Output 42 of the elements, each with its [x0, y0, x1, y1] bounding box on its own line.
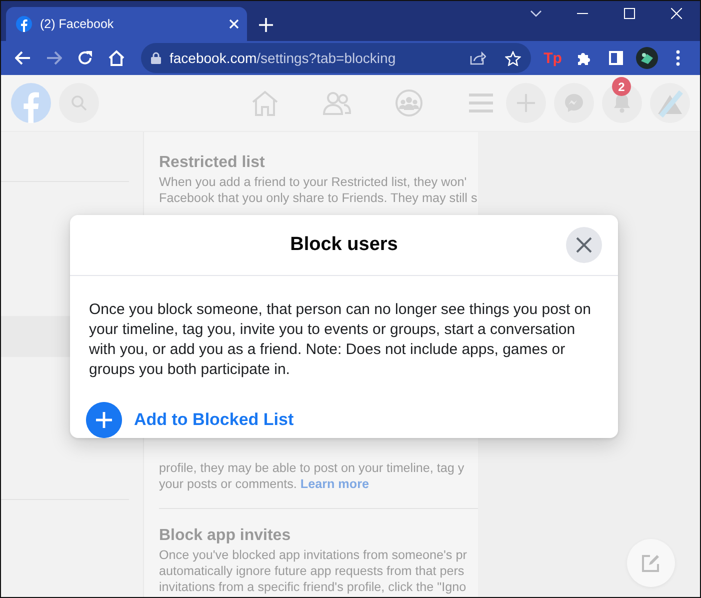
tab-title: (2) Facebook — [40, 17, 115, 31]
section-text: automatically ignore future app requests from that pers — [159, 563, 464, 579]
bookmark-star-icon[interactable] — [505, 50, 522, 66]
dialog-title: Block users — [290, 234, 398, 256]
messenger-icon — [564, 93, 584, 113]
side-panel-icon[interactable] — [608, 51, 623, 65]
lock-icon — [150, 52, 160, 64]
tab-search-icon[interactable] — [530, 10, 542, 16]
section-text: Facebook that you only share to Friends. They may still s — [159, 190, 478, 206]
search-icon — [71, 95, 87, 111]
add-to-blocked-list-button[interactable]: Add to Blocked List — [86, 402, 294, 438]
section-text: When you add a friend to your Restricted list, they won' — [159, 174, 467, 190]
notification-badge: 2 — [612, 77, 631, 96]
learn-more-link[interactable]: Learn more — [300, 477, 369, 491]
maximize-icon[interactable] — [624, 8, 635, 18]
reload-icon[interactable] — [77, 50, 94, 66]
forward-icon[interactable] — [46, 51, 62, 65]
close-icon — [576, 237, 592, 253]
close-window-icon[interactable] — [671, 8, 682, 18]
close-button[interactable] — [566, 227, 602, 263]
section-text: profile, they may be able to post on your timeline, tag y — [159, 460, 464, 476]
back-icon[interactable] — [14, 51, 31, 65]
avatar-icon[interactable] — [636, 47, 658, 69]
facebook-logo-icon — [16, 16, 32, 32]
dialog-description: Once you block someone, that person can no longer see things you post on your timeline, tag you, invite you to events or groups, start a conversation with you, or add you as a friend. Note: Does not include apps, games or groups you both participate in. — [88, 300, 592, 380]
section-title: Restricted list — [159, 153, 266, 173]
new-tab-icon[interactable] — [259, 18, 273, 32]
section-text: Once you've blocked app invitations from someone's pr — [159, 547, 467, 563]
url-text: facebook.com/settings?tab=blocking — [170, 50, 397, 66]
section-text: invitations from a specific friend's profile, click the "Igno — [159, 579, 466, 595]
share-icon[interactable] — [470, 51, 486, 65]
close-tab-icon[interactable] — [229, 19, 239, 29]
address-bar[interactable]: facebook.com/settings?tab=blocking — [140, 43, 532, 73]
plus-icon — [517, 94, 535, 112]
bell-icon — [613, 93, 631, 113]
puzzle-icon[interactable] — [576, 50, 592, 66]
section-text: your posts or comments. — [159, 477, 297, 491]
browser-tab[interactable]: (2) Facebook — [6, 7, 247, 41]
compose-icon — [641, 553, 661, 573]
section-title: Block app invites — [159, 526, 292, 546]
menu-icon[interactable] — [676, 50, 680, 66]
minimize-icon[interactable] — [577, 12, 588, 14]
